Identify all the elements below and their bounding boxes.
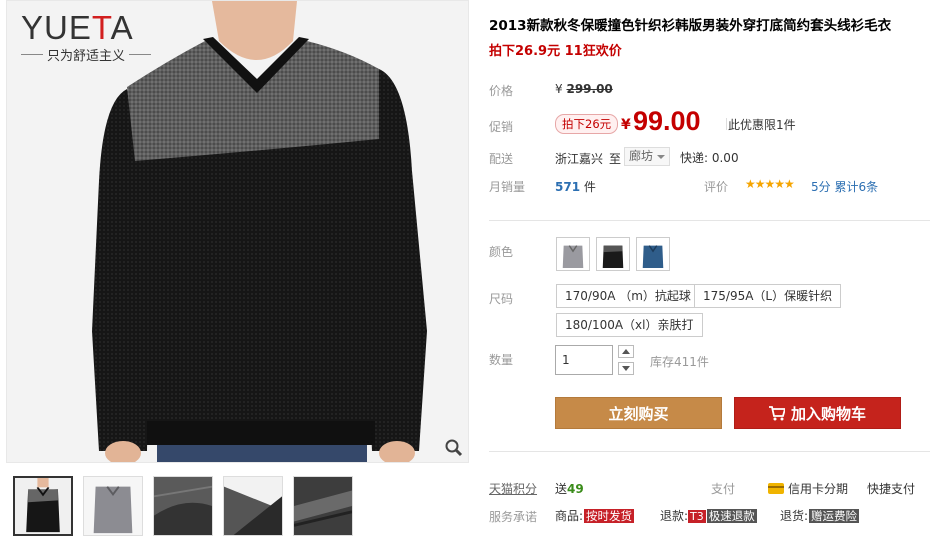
sales-count: 571 件 <box>555 180 596 194</box>
brand-name: YUETA <box>21 9 134 46</box>
thumbnail-strip <box>13 476 353 536</box>
color-label: 颜色 <box>489 245 514 259</box>
sweater-photo <box>7 1 468 462</box>
promo-subtitle: 拍下26.9元 11狂欢价 <box>489 44 622 59</box>
tmall-points-link[interactable]: 天猫积分 <box>489 480 537 497</box>
chevron-up-icon <box>622 349 630 354</box>
rating-label: 评价 <box>704 180 729 194</box>
stock-count: 库存411件 <box>650 355 709 369</box>
quantity-increase-button[interactable] <box>618 345 634 358</box>
promo-tag: 拍下26元 <box>555 114 619 134</box>
thumbnail-knit-texture-3[interactable] <box>293 476 353 536</box>
currency-symbol: ¥ <box>621 117 631 133</box>
original-price: ¥ 299.00 <box>555 82 613 96</box>
price-label: 价格 <box>489 84 514 98</box>
destination-select[interactable]: 廊坊 <box>624 147 671 166</box>
thumbnail-front-view[interactable] <box>13 476 73 536</box>
shipping-fee: 快递: 0.00 <box>680 151 739 165</box>
magnifier-icon[interactable] <box>444 438 464 458</box>
size-option-xl[interactable]: 180/100A（xl）亲肤打 <box>556 313 703 337</box>
size-option-m[interactable]: 170/90A （m）抗起球 <box>556 284 700 308</box>
service-goods[interactable]: 商品: 按时发货 <box>555 507 635 524</box>
brand-logo: YUETA 只为舒适主义 <box>21 9 152 64</box>
points-value: 送49 <box>555 482 584 496</box>
size-label: 尺码 <box>489 292 514 306</box>
brand-tagline: 只为舒适主义 <box>21 45 152 64</box>
chevron-down-icon <box>657 155 666 159</box>
rating-stars: ★★★★★ <box>745 177 795 191</box>
ship-from: 浙江嘉兴 <box>555 152 604 166</box>
quick-pay[interactable]: 快捷支付 <box>867 480 915 497</box>
quantity-input[interactable] <box>555 345 613 375</box>
cart-icon <box>768 405 785 420</box>
section-divider <box>489 451 930 452</box>
buy-now-button[interactable]: 立刻购买 <box>555 397 722 429</box>
product-title: 2013新款秋冬保暖撞色针织衫韩版男装外穿打底简约套头线衫毛衣 <box>489 18 892 34</box>
sales-label: 月销量 <box>489 180 526 194</box>
color-swatch-blue[interactable] <box>636 237 670 271</box>
thumbnail-grey-sweater[interactable] <box>83 476 143 536</box>
quantity-label: 数量 <box>489 353 514 367</box>
service-return[interactable]: 退货: 赠运费险 <box>780 507 860 524</box>
limit-note: 此优惠限1件 <box>728 118 796 132</box>
service-label: 服务承诺 <box>489 510 538 524</box>
size-option-l[interactable]: 175/95A（L）保暖针织 <box>694 284 842 308</box>
add-to-cart-label: 加入购物车 <box>790 404 866 423</box>
rating-score[interactable]: 5分 累计6条 <box>811 178 878 195</box>
service-refund[interactable]: 退款: T3 极速退款 <box>660 507 757 524</box>
star-icon: ★★★★★ <box>745 177 795 191</box>
divider <box>726 118 727 130</box>
section-divider <box>489 220 930 221</box>
credit-card-icon <box>768 483 784 494</box>
chevron-down-icon <box>622 366 630 371</box>
credit-card-installment[interactable]: 信用卡分期 <box>768 480 848 497</box>
current-price: 99.00 <box>633 106 701 136</box>
buy-now-label: 立刻购买 <box>608 404 669 423</box>
ship-to-word: 至 <box>609 152 622 166</box>
quantity-decrease-button[interactable] <box>618 362 634 375</box>
main-product-image[interactable]: YUETA 只为舒适主义 <box>6 0 469 463</box>
shipping-label: 配送 <box>489 152 514 166</box>
color-swatch-black[interactable] <box>596 237 630 271</box>
thumbnail-knit-texture-2[interactable] <box>223 476 283 536</box>
thumbnail-knit-texture-1[interactable] <box>153 476 213 536</box>
color-swatch-grey[interactable] <box>556 237 590 271</box>
promo-label: 促销 <box>489 120 514 134</box>
payment-label: 支付 <box>711 482 736 496</box>
add-to-cart-button[interactable]: 加入购物车 <box>734 397 901 429</box>
